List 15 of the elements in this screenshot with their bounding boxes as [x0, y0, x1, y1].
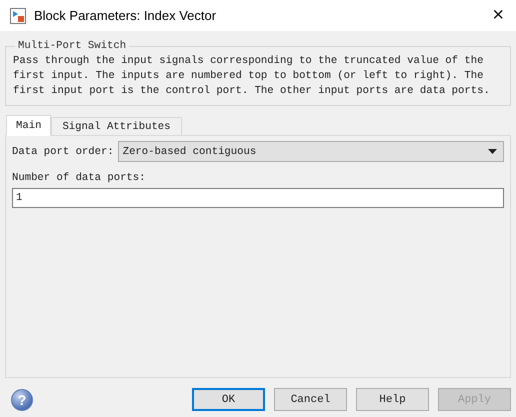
field-label: Number of data ports:: [12, 172, 147, 184]
window-title: Block Parameters: Index Vector: [34, 8, 218, 23]
dialog-button[interactable]: Cancel: [274, 388, 347, 411]
block-icon: [10, 8, 26, 24]
tab[interactable]: Main: [6, 115, 52, 136]
field-label: Data port order:: [12, 146, 114, 158]
tab[interactable]: Signal Attributes: [51, 117, 182, 136]
dropdown[interactable]: Zero-based contiguous: [118, 141, 504, 162]
input-field[interactable]: 1: [12, 188, 504, 208]
dialog-button[interactable]: Help: [356, 388, 429, 411]
close-button[interactable]: ×: [490, 4, 506, 27]
group-title: Multi-Port Switch: [17, 40, 128, 52]
caret-icon: [488, 149, 497, 154]
block-description: Pass through the input signals corresponding to the truncated value of the first input. The inputs are numbered top to bottom (or left to right). The first input port is the control port. The other input ports are data ports.: [13, 54, 491, 99]
dialog-button[interactable]: OK: [192, 388, 265, 411]
